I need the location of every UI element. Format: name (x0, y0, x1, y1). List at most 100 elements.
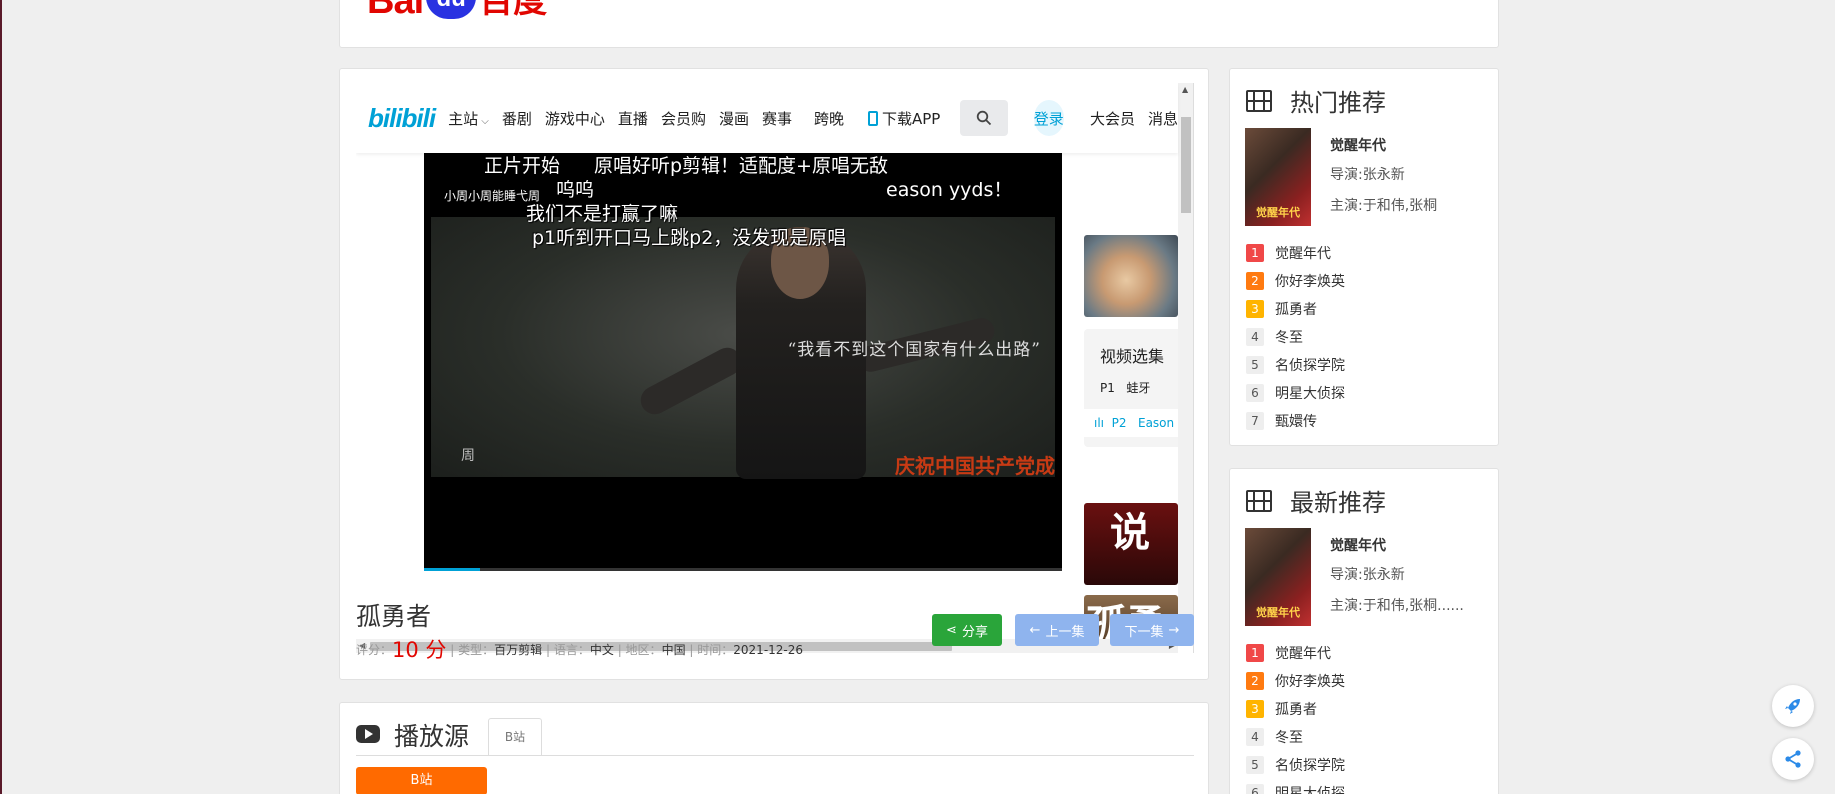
featured-poster[interactable]: 觉醒年代 (1245, 528, 1311, 626)
bilibili-navbar: bilibili 主站 ⌵ 番剧 游戏中心 直播 会员购 漫画 赛事 跨晚 下载… (356, 83, 1178, 153)
rank-item[interactable]: 4 冬至 (1246, 323, 1345, 351)
nav-esports[interactable]: 赛事 (762, 108, 792, 129)
nav-anime[interactable]: 番剧 (502, 108, 532, 129)
download-app-link[interactable]: 下载APP (868, 108, 940, 129)
share-label: 分享 (961, 624, 988, 640)
danmaku-comment: 我们不是打赢了嘛 (526, 203, 679, 225)
nav-live[interactable]: 直播 (618, 108, 648, 129)
recommend-thumb[interactable]: 说 (1084, 503, 1178, 585)
share-icon (1785, 750, 1801, 768)
next-label: 下一集 (1124, 624, 1164, 640)
rank-item[interactable]: 5 名侦探学院 (1246, 351, 1345, 379)
vertical-scroll-thumb[interactable] (1181, 117, 1191, 213)
video-progress-fill (424, 568, 480, 571)
nav-messages[interactable]: 消息 (1148, 108, 1178, 129)
lang-value: 中文 (589, 643, 614, 657)
nav-vip[interactable]: 大会员 (1090, 108, 1135, 129)
video-player[interactable]: “我看不到这个国家有什么出路” 庆祝中国共产党成 周 正片开始 原唱好听p剪辑！… (424, 153, 1062, 571)
playing-icon: ılı (1094, 416, 1105, 430)
latest-recommend-panel: 最新推荐 觉醒年代 觉醒年代 导演:张永新 主演:于和伟,张桐...... 1觉… (1229, 468, 1499, 794)
rank-title: 冬至 (1275, 330, 1303, 346)
prev-label: 上一集 (1045, 624, 1085, 640)
type-label: 类型： (458, 643, 495, 657)
featured-title[interactable]: 觉醒年代 (1330, 535, 1386, 555)
arrow-right-icon: → (1168, 622, 1180, 638)
nav-gala[interactable]: 跨晚 (814, 108, 844, 129)
danmaku-comment: eason yyds！ (886, 179, 1013, 201)
poster-title: 觉醒年代 (1256, 206, 1300, 219)
danmaku-comment: 正片开始 (484, 155, 561, 177)
rank-item[interactable]: 6 明星大侦探 (1246, 379, 1345, 407)
rank-item[interactable]: 3 孤勇者 (1246, 695, 1345, 723)
rank-item[interactable]: 1 觉醒年代 (1246, 239, 1345, 267)
rank-item[interactable]: 6 明星大侦探 (1246, 779, 1345, 794)
score-value: 10 分 (392, 638, 447, 662)
vertical-scrollbar[interactable]: ▲ ▼ (1178, 83, 1193, 639)
video-progress-bar[interactable] (424, 568, 1062, 571)
rank-number: 5 (1246, 756, 1264, 774)
site-header: Bai du 百度 (339, 0, 1499, 48)
share-float-button[interactable] (1772, 738, 1814, 780)
rank-number: 5 (1246, 356, 1264, 374)
time-label: 时间： (697, 643, 734, 657)
share-button[interactable]: ⋖ 分享 (932, 614, 1002, 646)
region-value: 中国 (661, 643, 686, 657)
danmaku-comment: p1听到开口马上跳p2，没发现是原唱 (532, 227, 847, 249)
rank-item[interactable]: 5 名侦探学院 (1246, 751, 1345, 779)
rank-item[interactable]: 7 甄嬛传 (1246, 407, 1345, 435)
episode-selector: 视频选集 P1 蛙牙 ılı P2 Eason (1084, 329, 1178, 447)
scroll-up-arrow[interactable]: ▲ (1182, 85, 1188, 94)
login-button[interactable]: 登录 (1033, 100, 1064, 136)
search-button[interactable] (960, 100, 1008, 136)
download-app-label: 下载APP (882, 109, 941, 128)
rank-item[interactable]: 3 孤勇者 (1246, 295, 1345, 323)
next-episode-button[interactable]: 下一集 → (1110, 614, 1194, 646)
rank-title: 明星大侦探 (1275, 386, 1345, 402)
nav-comics[interactable]: 漫画 (719, 108, 749, 129)
featured-poster[interactable]: 觉醒年代 (1245, 128, 1311, 226)
time-value: 2021-12-26 (733, 643, 804, 657)
rank-number: 2 (1246, 272, 1264, 290)
rank-number: 6 (1246, 784, 1264, 794)
rank-item[interactable]: 2 你好李焕英 (1246, 667, 1345, 695)
nav-main-site-label: 主站 (448, 109, 479, 128)
episode-item[interactable]: P1 蛙牙 (1100, 379, 1150, 396)
nav-member-shop[interactable]: 会员购 (661, 108, 706, 129)
featured-title[interactable]: 觉醒年代 (1330, 135, 1386, 155)
rank-title: 孤勇者 (1275, 702, 1317, 718)
rank-item[interactable]: 4 冬至 (1246, 723, 1345, 751)
nav-main-site[interactable]: 主站 ⌵ (448, 108, 489, 129)
film-icon (1246, 89, 1272, 112)
episode-num: P1 (1100, 381, 1115, 395)
rank-title: 孤勇者 (1275, 302, 1317, 318)
arrow-left-icon: ← (1029, 622, 1041, 638)
rank-title: 冬至 (1275, 730, 1303, 746)
rank-number: 1 (1246, 644, 1264, 662)
rank-item[interactable]: 1 觉醒年代 (1246, 639, 1345, 667)
meta-divider: | (617, 643, 626, 657)
source-tab-bilibili[interactable]: B站 (488, 718, 542, 756)
prev-episode-button[interactable]: ← 上一集 (1015, 614, 1099, 646)
meta-divider: | (450, 643, 459, 657)
nav-game-center[interactable]: 游戏中心 (545, 108, 605, 129)
film-icon (1246, 489, 1272, 512)
rocket-icon (1785, 699, 1800, 714)
hot-rank-list: 1 觉醒年代 2 你好李焕英 3 孤勇者 4 冬至 5 名侦探学院 6 明星大侦探 7 甄嬛传 (1246, 239, 1345, 435)
bilibili-logo[interactable]: bilibili (368, 103, 436, 134)
rank-item[interactable]: 2 你好李焕英 (1246, 267, 1345, 295)
logo-text-bai: Bai (367, 0, 424, 22)
source-episode-button[interactable]: B站 (356, 767, 487, 794)
recommend-thumb[interactable] (1084, 235, 1178, 317)
bilibili-embed[interactable]: bilibili 主站 ⌵ 番剧 游戏中心 直播 会员购 漫画 赛事 跨晚 下载… (356, 83, 1194, 653)
latest-rank-list: 1 觉醒年代 2 你好李焕英 3 孤勇者 4 冬至 5 名侦探学院 6 明星大侦探 (1246, 639, 1345, 794)
rank-number: 3 (1246, 300, 1264, 318)
video-frame: “我看不到这个国家有什么出路” 庆祝中国共产党成 周 (431, 217, 1055, 479)
rank-title: 甄嬛传 (1275, 414, 1317, 430)
episode-item-active[interactable]: ılı P2 Eason (1084, 409, 1178, 437)
episode-num: P2 (1111, 416, 1127, 430)
back-to-top-button[interactable] (1772, 685, 1814, 727)
baidu-logo[interactable]: Bai du 百度 (367, 0, 547, 22)
video-red-caption: 庆祝中国共产党成 (895, 454, 1055, 478)
lang-label: 语言： (553, 643, 590, 657)
player-card: bilibili 主站 ⌵ 番剧 游戏中心 直播 会员购 漫画 赛事 跨晚 下载… (339, 68, 1209, 680)
